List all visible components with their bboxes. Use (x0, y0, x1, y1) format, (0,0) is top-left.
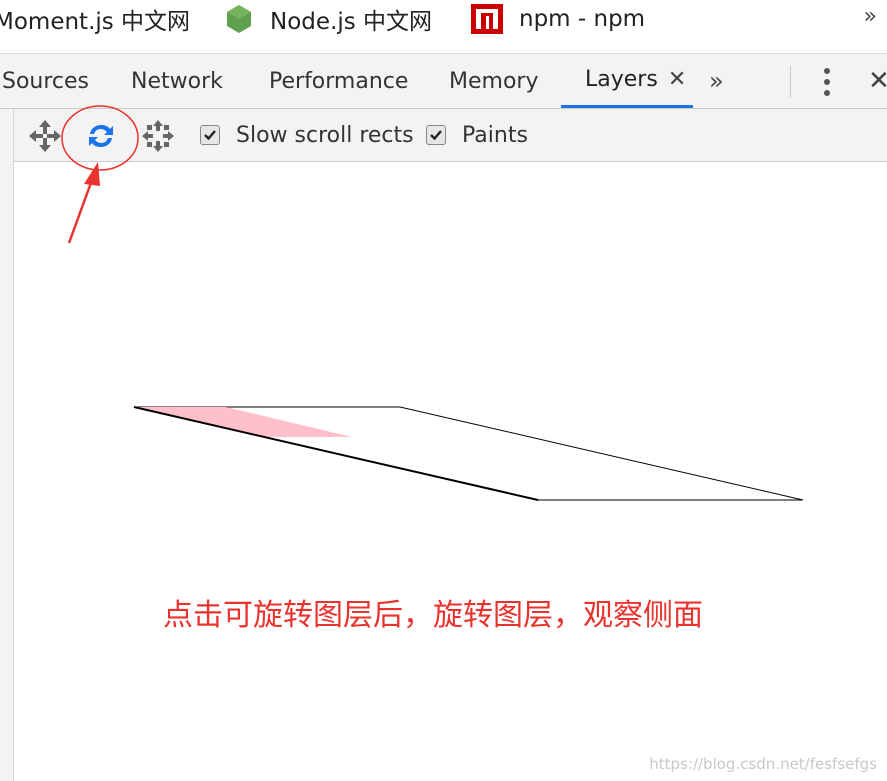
annotation-arrow (67, 162, 100, 244)
watermark-text: https://blog.csdn.net/fesfsefgs (649, 755, 877, 773)
annotation-text: 点击可旋转图层后，旋转图层，观察侧面 (163, 598, 703, 633)
overlay-drawing (61, 105, 804, 501)
screenshot-page: Moment.js 中文网 Node.js 中文网 npm - npm » So… (0, 0, 887, 781)
annotation-circle (61, 105, 139, 171)
layer-plane[interactable] (133, 406, 804, 501)
